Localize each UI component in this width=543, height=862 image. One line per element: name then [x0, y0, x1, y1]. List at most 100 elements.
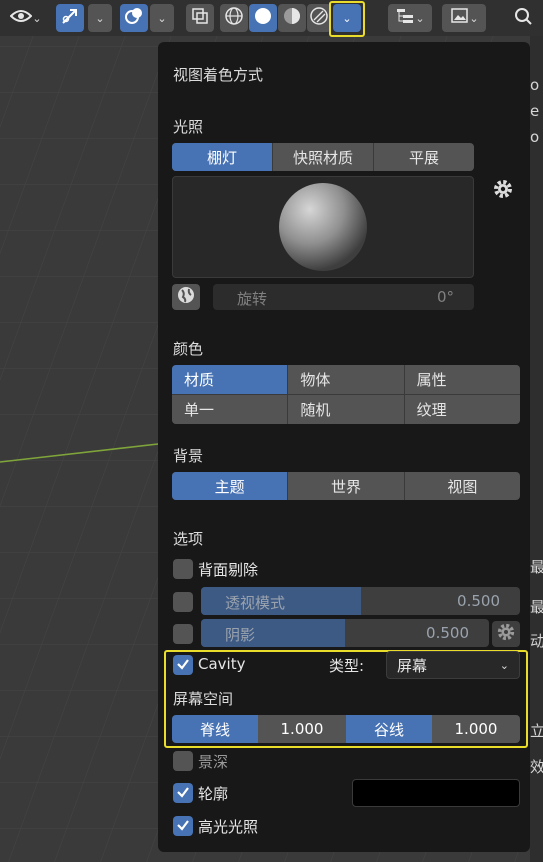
- ridge-value[interactable]: 1.000: [258, 715, 346, 743]
- search-button[interactable]: [508, 4, 538, 32]
- background-selector: 主题 世界 视图: [172, 472, 520, 500]
- backface-culling-label: 背面剔除: [198, 561, 259, 579]
- gear-icon: [496, 622, 516, 646]
- chevron-down-icon: ⌄: [469, 11, 479, 25]
- shadow-slider-fill: [201, 619, 345, 647]
- sphere-preview-icon: [279, 183, 367, 271]
- image-icon: [449, 7, 469, 29]
- overlays-toggle[interactable]: [120, 4, 148, 32]
- lighting-option-studio[interactable]: 棚灯: [172, 143, 273, 171]
- editor-type-dropdown[interactable]: ⌄: [388, 4, 432, 32]
- wireframe-shading-button[interactable]: [220, 4, 248, 32]
- chevron-down-icon: ⌄: [499, 658, 509, 672]
- checkmark-icon: [176, 817, 190, 836]
- lighting-option-flat[interactable]: 平展: [374, 143, 474, 171]
- background-option-theme[interactable]: 主题: [172, 472, 289, 500]
- partial-text: 立: [530, 722, 543, 740]
- color-option-random[interactable]: 随机: [288, 395, 404, 424]
- xray-value: 0.500: [457, 592, 500, 610]
- viewport-header: ⌄ ⌄ ⌄ ⌄ ⌄ ⌄: [0, 0, 543, 37]
- visibility-dropdown[interactable]: ⌄: [4, 4, 48, 32]
- ridge-label[interactable]: 脊线: [172, 715, 258, 743]
- chevron-down-icon: ⌄: [95, 11, 105, 25]
- overlays-icon: [124, 6, 144, 30]
- rendered-shading-button[interactable]: [307, 4, 331, 32]
- checkmark-icon: [176, 656, 190, 675]
- wireframe-sphere-icon: [224, 6, 244, 30]
- cavity-ridge-valley-fields: 脊线 1.000 谷线 1.000: [172, 715, 520, 743]
- cavity-type-select[interactable]: 屏幕 ⌄: [386, 651, 520, 679]
- cavity-type-label: 类型:: [329, 657, 365, 675]
- outline-label: 轮廓: [198, 785, 229, 803]
- material-sphere-icon: [282, 6, 302, 30]
- outline-color-swatch[interactable]: [352, 779, 520, 807]
- shadow-settings-button[interactable]: [492, 621, 520, 647]
- partial-text: 效: [530, 758, 543, 776]
- color-option-texture[interactable]: 纹理: [404, 395, 520, 424]
- color-heading: 颜色: [173, 340, 204, 358]
- color-option-object[interactable]: 物体: [288, 365, 404, 394]
- eye-icon: [9, 8, 33, 28]
- material-shading-button[interactable]: [278, 4, 306, 32]
- xray-slider[interactable]: 透视模式 0.500: [201, 587, 520, 615]
- options-heading: 选项: [173, 530, 204, 548]
- checkmark-icon: [176, 784, 190, 803]
- shading-popover: 视图着色方式 光照 棚灯 快照材质 平展 旋转 0° 颜色 材质 物体 属性 单…: [158, 42, 530, 852]
- cavity-type-value: 屏幕: [397, 656, 428, 675]
- background-option-viewport[interactable]: 视图: [405, 472, 520, 500]
- solid-shading-button[interactable]: [249, 4, 277, 32]
- valley-value[interactable]: 1.000: [432, 715, 520, 743]
- screen-space-label: 屏幕空间: [173, 690, 234, 708]
- studio-light-preview[interactable]: [172, 176, 474, 278]
- background-option-world[interactable]: 世界: [288, 472, 405, 500]
- depth-of-field-label: 景深: [198, 753, 229, 771]
- color-option-attribute[interactable]: 属性: [404, 365, 520, 394]
- lighting-selector: 棚灯 快照材质 平展: [172, 143, 474, 171]
- lighting-heading: 光照: [173, 118, 204, 136]
- chevron-down-icon: ⌄: [32, 11, 42, 25]
- color-option-material[interactable]: 材质: [172, 365, 288, 394]
- xray-checkbox[interactable]: [173, 592, 193, 612]
- color-option-single[interactable]: 单一: [172, 395, 288, 424]
- outline-checkbox[interactable]: [173, 783, 193, 803]
- background-heading: 背景: [173, 447, 204, 465]
- cavity-label: Cavity: [198, 655, 246, 673]
- backface-culling-checkbox[interactable]: [173, 559, 193, 579]
- xray-toggle[interactable]: [186, 4, 214, 32]
- xray-label: 透视模式: [225, 594, 286, 612]
- specular-checkbox[interactable]: [173, 816, 193, 836]
- shadow-checkbox[interactable]: [173, 624, 193, 644]
- partial-text: e: [530, 102, 540, 120]
- rendered-sphere-icon: [309, 6, 329, 30]
- partial-text: o: [530, 128, 540, 146]
- rotation-field[interactable]: 旋转 0°: [213, 284, 474, 310]
- color-selector: 材质 物体 属性 单一 随机 纹理: [172, 365, 520, 424]
- shadow-value: 0.500: [426, 624, 469, 642]
- depth-of-field-checkbox[interactable]: [173, 751, 193, 771]
- chevron-down-icon: ⌄: [157, 11, 167, 25]
- overlays-dropdown[interactable]: ⌄: [150, 4, 174, 32]
- partial-text: 最: [530, 558, 543, 576]
- partial-text: 最: [530, 598, 543, 616]
- rotation-value: 0°: [436, 288, 454, 306]
- valley-label[interactable]: 谷线: [346, 715, 432, 743]
- xray-icon: [191, 7, 209, 29]
- rotation-label: 旋转: [237, 290, 268, 308]
- shadow-slider[interactable]: 阴影 0.500: [201, 619, 489, 647]
- outliner-icon: [395, 7, 415, 29]
- gizmo-icon: [60, 6, 80, 30]
- gear-icon[interactable]: [492, 178, 514, 200]
- world-space-lighting-toggle[interactable]: [172, 284, 200, 310]
- globe-icon: [176, 285, 196, 309]
- popover-title: 视图着色方式: [173, 66, 264, 84]
- partial-text: 动: [530, 632, 543, 650]
- gizmo-dropdown[interactable]: ⌄: [88, 4, 112, 32]
- gizmo-toggle[interactable]: [56, 4, 84, 32]
- shadow-label: 阴影: [225, 626, 256, 644]
- lighting-option-matcap[interactable]: 快照材质: [273, 143, 374, 171]
- cavity-checkbox[interactable]: [173, 655, 193, 675]
- highlight-box-shading-dropdown: [329, 1, 365, 37]
- chevron-down-icon: ⌄: [415, 11, 425, 25]
- partial-text: o: [530, 76, 540, 94]
- image-dropdown[interactable]: ⌄: [442, 4, 486, 32]
